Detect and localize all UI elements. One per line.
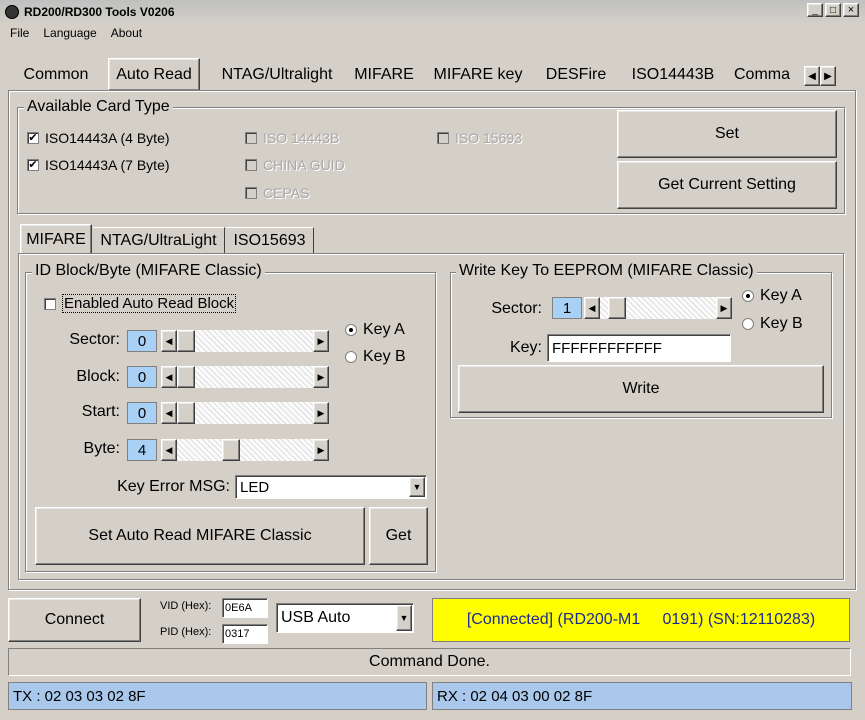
- menu-file[interactable]: File: [10, 26, 29, 46]
- key-error-value: LED: [240, 478, 270, 496]
- scroll-right-icon[interactable]: ▶: [313, 439, 329, 461]
- sector-value: 0: [127, 330, 157, 352]
- maximize-button[interactable]: □: [825, 3, 841, 17]
- scroll-thumb[interactable]: [608, 297, 626, 319]
- tab-mifare[interactable]: MIFARE: [348, 60, 420, 90]
- tab-scroll-left-icon[interactable]: ◀: [804, 66, 820, 86]
- key-input[interactable]: FFFFFFFFFFFF: [547, 334, 731, 362]
- checkbox-checked-icon: ✔: [27, 158, 39, 171]
- sector-scrollbar[interactable]: ◀ ▶: [161, 330, 329, 352]
- tab-iso14443b[interactable]: ISO14443B: [620, 60, 726, 90]
- block-value: 0: [127, 366, 157, 388]
- key-error-label: Key Error MSG:: [117, 478, 230, 495]
- start-label: Start:: [81, 403, 120, 420]
- write-button[interactable]: Write: [458, 365, 824, 413]
- usb-mode-select[interactable]: USB Auto ▼: [276, 603, 414, 633]
- scroll-left-icon[interactable]: ◀: [584, 297, 600, 319]
- menu-about[interactable]: About: [111, 26, 142, 46]
- scroll-thumb[interactable]: [222, 439, 240, 461]
- scroll-right-icon[interactable]: ▶: [313, 330, 329, 352]
- radio-selected-icon: [742, 290, 754, 302]
- scroll-right-icon[interactable]: ▶: [313, 366, 329, 388]
- set-card-type-button[interactable]: Set: [617, 110, 837, 158]
- window-title: RD200/RD300 Tools V0206: [24, 5, 175, 19]
- byte-label: Byte:: [83, 440, 120, 457]
- write-sector-scrollbar[interactable]: ◀ ▶: [584, 297, 732, 319]
- tab-common[interactable]: Common: [14, 60, 98, 90]
- scroll-thumb[interactable]: [177, 402, 195, 424]
- write-radio-key-b[interactable]: Key B: [742, 315, 803, 333]
- tab-auto-read[interactable]: Auto Read: [108, 58, 200, 90]
- set-auto-read-button[interactable]: Set Auto Read MIFARE Classic: [35, 507, 365, 565]
- chk-cepas: CEPAS: [245, 185, 309, 201]
- checkbox-checked-icon: ✔: [27, 131, 39, 144]
- write-radio-key-a[interactable]: Key A: [742, 287, 802, 305]
- main-tab-strip: Common Auto Read NTAG/Ultralight MIFARE …: [8, 58, 856, 90]
- window-controls: _ □ ×: [807, 3, 859, 17]
- chk-iso14443a-7byte[interactable]: ✔ ISO14443A (7 Byte): [27, 157, 170, 173]
- byte-value: 4: [127, 439, 157, 461]
- tab-mifare-key[interactable]: MIFARE key: [424, 60, 532, 90]
- start-scrollbar[interactable]: ◀ ▶: [161, 402, 329, 424]
- subtab-iso15693[interactable]: ISO15693: [226, 227, 314, 253]
- chk-iso14443a-4byte[interactable]: ✔ ISO14443A (4 Byte): [27, 130, 170, 146]
- tab-ntag-ultralight[interactable]: NTAG/Ultralight: [208, 60, 346, 90]
- close-button[interactable]: ×: [843, 3, 859, 17]
- get-button[interactable]: Get: [369, 507, 428, 565]
- radio-empty-icon: [345, 351, 357, 363]
- title-bar: RD200/RD300 Tools V0206 _ □ ×: [0, 0, 865, 24]
- byte-scrollbar[interactable]: ◀ ▶: [161, 439, 329, 461]
- write-key-legend: Write Key To EEPROM (MIFARE Classic): [456, 262, 757, 280]
- block-label: Block:: [76, 368, 120, 385]
- start-value: 0: [127, 402, 157, 424]
- scroll-left-icon[interactable]: ◀: [161, 330, 177, 352]
- key-label: Key:: [509, 339, 542, 356]
- scroll-left-icon[interactable]: ◀: [161, 439, 177, 461]
- scroll-right-icon[interactable]: ▶: [716, 297, 732, 319]
- scroll-right-icon[interactable]: ▶: [313, 402, 329, 424]
- scroll-left-icon[interactable]: ◀: [161, 402, 177, 424]
- minimize-button[interactable]: _: [807, 3, 823, 17]
- get-current-setting-button[interactable]: Get Current Setting: [617, 161, 837, 209]
- radio-empty-icon: [742, 318, 754, 330]
- chk-china-guid: CHINA GUID: [245, 157, 345, 173]
- write-sector-label: Sector:: [491, 300, 542, 317]
- menu-language[interactable]: Language: [43, 26, 96, 46]
- menu-bar: File Language About: [0, 26, 146, 46]
- vid-label: VID (Hex):: [160, 600, 212, 612]
- chk-enabled-auto-read-block[interactable]: Enabled Auto Read Block: [44, 294, 237, 313]
- chk-iso15693: ISO 15693: [437, 130, 522, 146]
- radio-key-a[interactable]: Key A: [345, 321, 405, 339]
- radio-key-b[interactable]: Key B: [345, 348, 406, 366]
- tab-scroll-right-icon[interactable]: ▶: [820, 66, 836, 86]
- radio-selected-icon: [345, 324, 357, 336]
- chevron-down-icon[interactable]: ▼: [409, 477, 425, 497]
- vid-input[interactable]: 0E6A: [222, 598, 268, 618]
- chk-iso14443b: ISO 14443B: [245, 130, 339, 146]
- tx-display: TX : 02 03 03 02 8F: [8, 682, 427, 710]
- app-icon: [5, 5, 19, 19]
- chevron-down-icon[interactable]: ▼: [396, 605, 412, 631]
- sector-label: Sector:: [69, 331, 120, 348]
- connect-button[interactable]: Connect: [8, 598, 141, 642]
- scroll-thumb[interactable]: [177, 366, 195, 388]
- key-error-select[interactable]: LED ▼: [235, 475, 427, 499]
- tab-command[interactable]: Comma: [734, 60, 804, 90]
- connection-status: [Connected] (RD200-M1 0191) (SN:12110283…: [432, 598, 850, 642]
- status-message: Command Done.: [8, 648, 851, 676]
- usb-mode-value: USB Auto: [281, 609, 351, 626]
- tab-desfire[interactable]: DESFire: [536, 60, 616, 90]
- subtab-mifare[interactable]: MIFARE: [20, 224, 92, 254]
- pid-input[interactable]: 0317: [222, 624, 268, 644]
- id-block-legend: ID Block/Byte (MIFARE Classic): [32, 262, 265, 280]
- card-type-legend: Available Card Type: [24, 98, 173, 116]
- write-sector-value: 1: [552, 297, 582, 319]
- scroll-thumb[interactable]: [177, 330, 195, 352]
- scroll-left-icon[interactable]: ◀: [161, 366, 177, 388]
- subtab-ntag-ultralight[interactable]: NTAG/UltraLight: [93, 227, 225, 253]
- pid-label: PID (Hex):: [160, 626, 212, 638]
- rx-display: RX : 02 04 03 00 02 8F: [432, 682, 852, 710]
- block-scrollbar[interactable]: ◀ ▶: [161, 366, 329, 388]
